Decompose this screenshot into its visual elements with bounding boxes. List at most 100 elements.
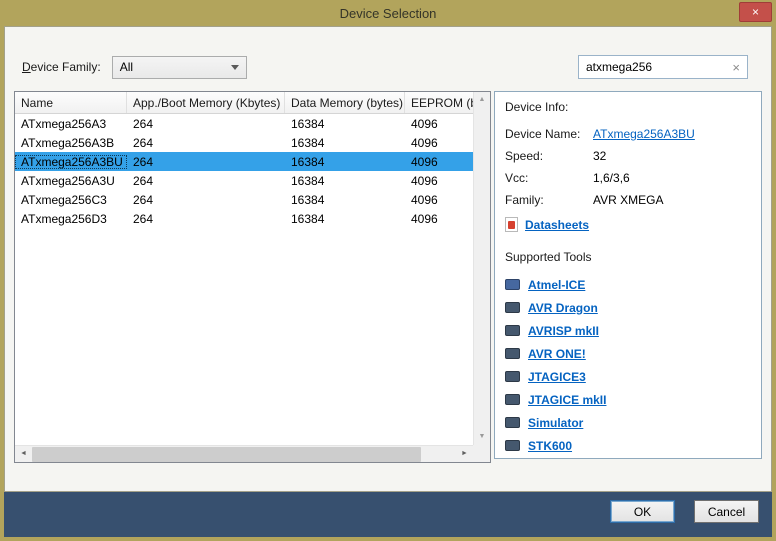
cell-memory: 264 [127, 117, 285, 131]
speed-label: Speed: [505, 148, 593, 165]
titlebar[interactable]: Device Selection × [4, 0, 772, 26]
scroll-up-icon[interactable]: ▲ [474, 92, 490, 108]
device-table: Name App./Boot Memory (Kbytes) Data Memo… [14, 91, 491, 463]
cell-data-memory: 16384 [285, 117, 405, 131]
cell-eeprom: 4096 [405, 212, 473, 226]
device-name-row: Device Name: ATxmega256A3BU [505, 126, 751, 143]
cell-eeprom: 4096 [405, 136, 473, 150]
device-info-panel: Device Info: Device Name: ATxmega256A3BU… [494, 91, 762, 459]
tool-icon [505, 325, 520, 336]
table-row[interactable]: ATxmega256A3BU 264 16384 4096 [15, 152, 473, 171]
scrollbar-corner [473, 445, 490, 462]
table-row[interactable]: ATxmega256C3 264 16384 4096 [15, 190, 473, 209]
tool-item: Atmel-ICE [505, 273, 751, 296]
device-family-label: Device Family: [22, 60, 101, 74]
device-name-label: Device Name: [505, 126, 593, 143]
cell-eeprom: 4096 [405, 193, 473, 207]
search-box[interactable]: atxmega256 × [578, 55, 748, 79]
tool-item: Simulator [505, 411, 751, 434]
cell-memory: 264 [127, 212, 285, 226]
cell-name: ATxmega256A3 [15, 117, 127, 131]
cell-name: ATxmega256A3B [15, 136, 127, 150]
datasheets-row: Datasheets [505, 217, 751, 232]
device-family-dropdown[interactable]: All [112, 56, 247, 79]
chevron-down-icon [231, 65, 239, 70]
vcc-value: 1,6/3,6 [593, 170, 630, 187]
search-input[interactable]: atxmega256 [586, 60, 652, 74]
tool-link[interactable]: AVR ONE! [528, 347, 586, 361]
horizontal-scrollbar[interactable]: ◄ ► [15, 445, 473, 462]
speed-value: 32 [593, 148, 606, 165]
tool-item: JTAGICE3 [505, 365, 751, 388]
toolbar: Device Family: All atxmega256 × [5, 27, 771, 79]
tool-icon [505, 394, 520, 405]
window-title: Device Selection [340, 6, 437, 21]
device-family-value: All [120, 60, 133, 74]
table-header: Name App./Boot Memory (Kbytes) Data Memo… [15, 92, 473, 114]
cell-name: ATxmega256D3 [15, 212, 127, 226]
tool-icon [505, 348, 520, 359]
horizontal-scrollbar-thumb[interactable] [32, 447, 421, 462]
tool-link[interactable]: JTAGICE mkII [528, 393, 606, 407]
cell-memory: 264 [127, 193, 285, 207]
table-row[interactable]: ATxmega256A3B 264 16384 4096 [15, 133, 473, 152]
cell-data-memory: 16384 [285, 155, 405, 169]
cell-data-memory: 16384 [285, 136, 405, 150]
tool-link[interactable]: AVR Dragon [528, 301, 598, 315]
tool-link[interactable]: Atmel-ICE [528, 278, 585, 292]
column-header-memory[interactable]: App./Boot Memory (Kbytes) [127, 92, 285, 113]
cell-memory: 264 [127, 174, 285, 188]
scroll-down-icon[interactable]: ▼ [474, 429, 490, 445]
family-label: Family: [505, 192, 593, 209]
supported-tools-title: Supported Tools [505, 250, 751, 264]
cell-eeprom: 4096 [405, 117, 473, 131]
close-button[interactable]: × [739, 2, 772, 22]
speed-row: Speed: 32 [505, 148, 751, 165]
column-header-name[interactable]: Name [15, 92, 127, 113]
tool-icon [505, 417, 520, 428]
tool-link[interactable]: Simulator [528, 416, 583, 430]
cell-eeprom: 4096 [405, 155, 473, 169]
vertical-scrollbar[interactable]: ▲ ▼ [473, 92, 490, 445]
cancel-button[interactable]: Cancel [694, 500, 759, 523]
cell-memory: 264 [127, 136, 285, 150]
vcc-row: Vcc: 1,6/3,6 [505, 170, 751, 187]
family-row: Family: AVR XMEGA [505, 192, 751, 209]
tool-icon [505, 440, 520, 451]
datasheets-link[interactable]: Datasheets [525, 218, 589, 232]
scroll-left-icon[interactable]: ◄ [15, 446, 32, 462]
cell-eeprom: 4096 [405, 174, 473, 188]
scroll-right-icon[interactable]: ► [456, 446, 473, 462]
tool-icon [505, 371, 520, 382]
footer-bar: OK Cancel [4, 492, 772, 537]
ok-button[interactable]: OK [610, 500, 675, 523]
table-body: ATxmega256A3 264 16384 4096 ATxmega256A3… [15, 114, 473, 228]
device-info-title: Device Info: [505, 100, 751, 114]
tool-link[interactable]: AVRISP mkII [528, 324, 599, 338]
table-row[interactable]: ATxmega256D3 264 16384 4096 [15, 209, 473, 228]
tool-item: AVRISP mkII [505, 319, 751, 342]
column-header-data-memory[interactable]: Data Memory (bytes) [285, 92, 405, 113]
clear-search-icon[interactable]: × [732, 60, 740, 75]
tool-item: AVR Dragon [505, 296, 751, 319]
tool-link[interactable]: STK600 [528, 439, 572, 453]
tool-item: JTAGICE mkII [505, 388, 751, 411]
column-header-eeprom[interactable]: EEPROM (bytes) [405, 92, 473, 113]
tool-icon [505, 302, 520, 313]
table-row[interactable]: ATxmega256A3 264 16384 4096 [15, 114, 473, 133]
tool-item: STK600 [505, 434, 751, 457]
cell-data-memory: 16384 [285, 193, 405, 207]
dialog-content: Device Family: All atxmega256 × Name App… [4, 26, 772, 492]
tool-icon [505, 279, 520, 290]
device-name-link[interactable]: ATxmega256A3BU [593, 126, 695, 143]
cell-name: ATxmega256C3 [15, 193, 127, 207]
tool-link[interactable]: JTAGICE3 [528, 370, 586, 384]
vcc-label: Vcc: [505, 170, 593, 187]
device-selection-dialog: Device Selection × Device Family: All at… [0, 0, 776, 541]
tool-item: AVR ONE! [505, 342, 751, 365]
cell-name: ATxmega256A3BU [15, 155, 127, 169]
cell-data-memory: 16384 [285, 212, 405, 226]
table-row[interactable]: ATxmega256A3U 264 16384 4096 [15, 171, 473, 190]
close-icon: × [752, 5, 759, 19]
family-value: AVR XMEGA [593, 192, 663, 209]
